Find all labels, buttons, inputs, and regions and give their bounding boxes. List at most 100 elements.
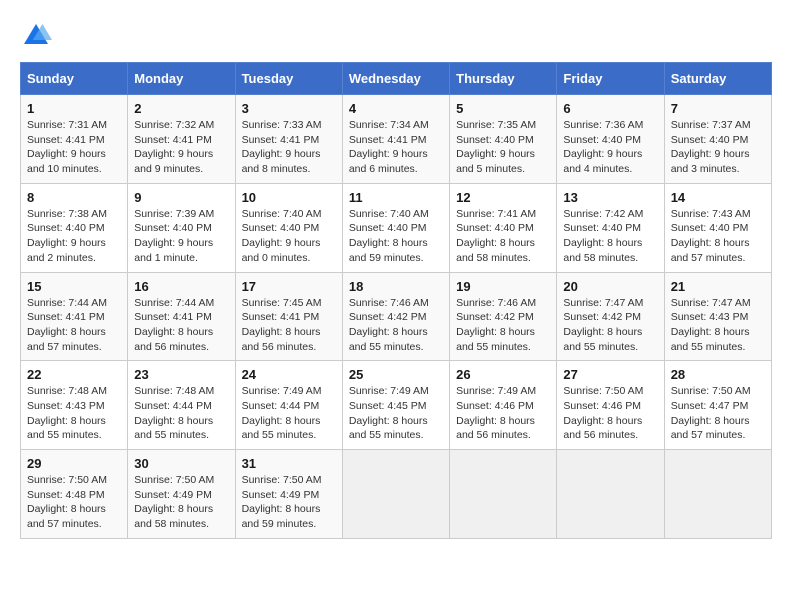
day-info: Sunrise: 7:40 AM Sunset: 4:40 PM Dayligh… [349,207,443,266]
day-cell: 11 Sunrise: 7:40 AM Sunset: 4:40 PM Dayl… [342,183,449,272]
empty-cell [664,450,771,539]
day-info: Sunrise: 7:40 AM Sunset: 4:40 PM Dayligh… [242,207,336,266]
day-number: 11 [349,190,443,205]
day-info: Sunrise: 7:49 AM Sunset: 4:45 PM Dayligh… [349,384,443,443]
day-number: 9 [134,190,228,205]
col-monday: Monday [128,63,235,95]
calendar-week: 22 Sunrise: 7:48 AM Sunset: 4:43 PM Dayl… [21,361,772,450]
day-cell: 27 Sunrise: 7:50 AM Sunset: 4:46 PM Dayl… [557,361,664,450]
day-info: Sunrise: 7:32 AM Sunset: 4:41 PM Dayligh… [134,118,228,177]
col-sunday: Sunday [21,63,128,95]
day-info: Sunrise: 7:48 AM Sunset: 4:44 PM Dayligh… [134,384,228,443]
col-wednesday: Wednesday [342,63,449,95]
day-number: 23 [134,367,228,382]
col-friday: Friday [557,63,664,95]
day-cell: 6 Sunrise: 7:36 AM Sunset: 4:40 PM Dayli… [557,95,664,184]
day-cell: 14 Sunrise: 7:43 AM Sunset: 4:40 PM Dayl… [664,183,771,272]
day-info: Sunrise: 7:45 AM Sunset: 4:41 PM Dayligh… [242,296,336,355]
day-info: Sunrise: 7:37 AM Sunset: 4:40 PM Dayligh… [671,118,765,177]
header-row: Sunday Monday Tuesday Wednesday Thursday… [21,63,772,95]
empty-cell [342,450,449,539]
day-info: Sunrise: 7:50 AM Sunset: 4:46 PM Dayligh… [563,384,657,443]
day-info: Sunrise: 7:47 AM Sunset: 4:42 PM Dayligh… [563,296,657,355]
day-cell: 18 Sunrise: 7:46 AM Sunset: 4:42 PM Dayl… [342,272,449,361]
day-number: 2 [134,101,228,116]
day-number: 31 [242,456,336,471]
day-cell: 25 Sunrise: 7:49 AM Sunset: 4:45 PM Dayl… [342,361,449,450]
day-number: 12 [456,190,550,205]
day-info: Sunrise: 7:33 AM Sunset: 4:41 PM Dayligh… [242,118,336,177]
day-info: Sunrise: 7:35 AM Sunset: 4:40 PM Dayligh… [456,118,550,177]
day-info: Sunrise: 7:50 AM Sunset: 4:47 PM Dayligh… [671,384,765,443]
day-cell: 2 Sunrise: 7:32 AM Sunset: 4:41 PM Dayli… [128,95,235,184]
day-number: 18 [349,279,443,294]
day-cell: 21 Sunrise: 7:47 AM Sunset: 4:43 PM Dayl… [664,272,771,361]
day-cell: 31 Sunrise: 7:50 AM Sunset: 4:49 PM Dayl… [235,450,342,539]
day-info: Sunrise: 7:43 AM Sunset: 4:40 PM Dayligh… [671,207,765,266]
day-info: Sunrise: 7:47 AM Sunset: 4:43 PM Dayligh… [671,296,765,355]
col-thursday: Thursday [450,63,557,95]
day-cell: 30 Sunrise: 7:50 AM Sunset: 4:49 PM Dayl… [128,450,235,539]
day-info: Sunrise: 7:46 AM Sunset: 4:42 PM Dayligh… [349,296,443,355]
day-number: 29 [27,456,121,471]
col-tuesday: Tuesday [235,63,342,95]
day-info: Sunrise: 7:49 AM Sunset: 4:46 PM Dayligh… [456,384,550,443]
day-number: 13 [563,190,657,205]
header [20,20,772,52]
day-number: 22 [27,367,121,382]
day-number: 20 [563,279,657,294]
day-cell: 17 Sunrise: 7:45 AM Sunset: 4:41 PM Dayl… [235,272,342,361]
day-number: 16 [134,279,228,294]
empty-cell [450,450,557,539]
day-number: 19 [456,279,550,294]
day-number: 28 [671,367,765,382]
day-cell: 13 Sunrise: 7:42 AM Sunset: 4:40 PM Dayl… [557,183,664,272]
day-number: 14 [671,190,765,205]
day-number: 5 [456,101,550,116]
day-number: 1 [27,101,121,116]
day-info: Sunrise: 7:44 AM Sunset: 4:41 PM Dayligh… [27,296,121,355]
day-cell: 22 Sunrise: 7:48 AM Sunset: 4:43 PM Dayl… [21,361,128,450]
day-cell: 7 Sunrise: 7:37 AM Sunset: 4:40 PM Dayli… [664,95,771,184]
calendar-week: 29 Sunrise: 7:50 AM Sunset: 4:48 PM Dayl… [21,450,772,539]
day-info: Sunrise: 7:41 AM Sunset: 4:40 PM Dayligh… [456,207,550,266]
day-cell: 29 Sunrise: 7:50 AM Sunset: 4:48 PM Dayl… [21,450,128,539]
day-info: Sunrise: 7:42 AM Sunset: 4:40 PM Dayligh… [563,207,657,266]
day-info: Sunrise: 7:36 AM Sunset: 4:40 PM Dayligh… [563,118,657,177]
day-number: 6 [563,101,657,116]
day-cell: 23 Sunrise: 7:48 AM Sunset: 4:44 PM Dayl… [128,361,235,450]
day-cell: 10 Sunrise: 7:40 AM Sunset: 4:40 PM Dayl… [235,183,342,272]
day-info: Sunrise: 7:46 AM Sunset: 4:42 PM Dayligh… [456,296,550,355]
day-number: 27 [563,367,657,382]
day-cell: 15 Sunrise: 7:44 AM Sunset: 4:41 PM Dayl… [21,272,128,361]
day-info: Sunrise: 7:39 AM Sunset: 4:40 PM Dayligh… [134,207,228,266]
day-number: 26 [456,367,550,382]
day-info: Sunrise: 7:38 AM Sunset: 4:40 PM Dayligh… [27,207,121,266]
day-cell: 8 Sunrise: 7:38 AM Sunset: 4:40 PM Dayli… [21,183,128,272]
day-number: 7 [671,101,765,116]
day-cell: 24 Sunrise: 7:49 AM Sunset: 4:44 PM Dayl… [235,361,342,450]
day-cell: 19 Sunrise: 7:46 AM Sunset: 4:42 PM Dayl… [450,272,557,361]
calendar-week: 15 Sunrise: 7:44 AM Sunset: 4:41 PM Dayl… [21,272,772,361]
day-number: 24 [242,367,336,382]
day-number: 21 [671,279,765,294]
day-number: 15 [27,279,121,294]
calendar-week: 1 Sunrise: 7:31 AM Sunset: 4:41 PM Dayli… [21,95,772,184]
calendar-table: Sunday Monday Tuesday Wednesday Thursday… [20,62,772,539]
day-cell: 16 Sunrise: 7:44 AM Sunset: 4:41 PM Dayl… [128,272,235,361]
day-info: Sunrise: 7:48 AM Sunset: 4:43 PM Dayligh… [27,384,121,443]
day-cell: 1 Sunrise: 7:31 AM Sunset: 4:41 PM Dayli… [21,95,128,184]
day-number: 25 [349,367,443,382]
day-number: 30 [134,456,228,471]
day-number: 17 [242,279,336,294]
day-cell: 5 Sunrise: 7:35 AM Sunset: 4:40 PM Dayli… [450,95,557,184]
day-info: Sunrise: 7:34 AM Sunset: 4:41 PM Dayligh… [349,118,443,177]
col-saturday: Saturday [664,63,771,95]
day-number: 8 [27,190,121,205]
day-info: Sunrise: 7:44 AM Sunset: 4:41 PM Dayligh… [134,296,228,355]
day-cell: 20 Sunrise: 7:47 AM Sunset: 4:42 PM Dayl… [557,272,664,361]
day-info: Sunrise: 7:49 AM Sunset: 4:44 PM Dayligh… [242,384,336,443]
day-info: Sunrise: 7:31 AM Sunset: 4:41 PM Dayligh… [27,118,121,177]
day-number: 4 [349,101,443,116]
logo-icon [20,20,52,52]
